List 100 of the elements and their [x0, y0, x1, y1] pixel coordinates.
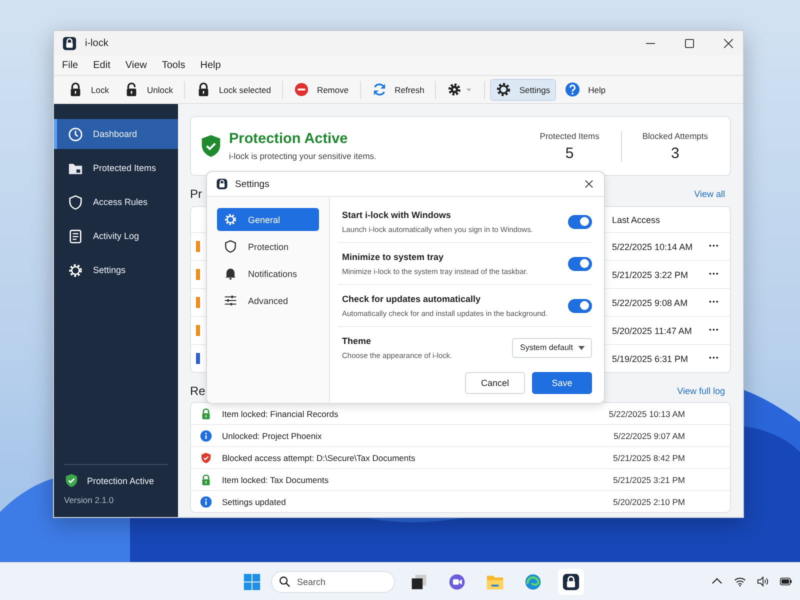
shield-check-icon: [64, 473, 79, 488]
activity-text: Settings updated: [222, 496, 287, 506]
bell-icon: [224, 267, 237, 280]
toolbar-button[interactable]: Lock selected: [190, 78, 277, 100]
toolbar-button[interactable]: Help: [559, 78, 612, 100]
activity-time: 5/20/2025 2:10 PM: [613, 496, 685, 506]
menu-item[interactable]: Help: [200, 60, 221, 70]
stat-value: 3: [670, 144, 680, 162]
stat-label: Protected Items: [540, 130, 600, 140]
info-icon: [200, 496, 212, 508]
window-title: i-lock: [85, 38, 108, 48]
setting-title: Theme: [342, 336, 372, 346]
browser-icon: [524, 572, 542, 590]
setting-title: Start i-lock with Windows: [342, 210, 452, 220]
activity-text: Unlocked: Project Phoenix: [222, 430, 323, 440]
setting-title: Minimize to system tray: [342, 252, 445, 262]
version-label: Version 2.1.0: [64, 495, 115, 505]
maximize-icon[interactable]: [685, 38, 694, 48]
sidebar-item[interactable]: Dashboard: [54, 119, 178, 149]
padlock-icon: [200, 474, 212, 486]
folder-icon: [486, 572, 504, 590]
toolbar-button[interactable]: Unlock: [118, 78, 179, 100]
activity-time: 5/22/2025 10:13 AM: [608, 408, 685, 418]
toolbar-button[interactable]: Lock: [62, 78, 115, 100]
stat-value: 5: [565, 144, 574, 162]
toggle-switch[interactable]: [568, 298, 592, 312]
menu-item[interactable]: Edit: [93, 60, 110, 70]
shield-check-icon: [201, 134, 221, 158]
toolbar-button[interactable]: Refresh: [366, 78, 430, 100]
menu-item[interactable]: Tools: [162, 60, 186, 70]
section-heading: Re: [190, 384, 206, 398]
sidebar-item[interactable]: Settings: [54, 255, 178, 285]
activity-text: Blocked access attempt: D:\Secure\Tax Documents: [222, 452, 416, 462]
toggle-switch[interactable]: [568, 256, 592, 270]
shield-icon: [224, 240, 237, 253]
padlock-icon: [200, 408, 212, 420]
task-view-icon: [410, 572, 428, 590]
view-all-link[interactable]: View all: [694, 189, 725, 199]
refresh-icon: [372, 82, 387, 97]
wifi-icon[interactable]: [734, 576, 746, 587]
protection-subtitle: i-lock is protecting your sensitive items.: [229, 151, 376, 161]
activity-text: Item locked: Financial Records: [222, 408, 340, 418]
activity-text: Item locked: Tax Documents: [222, 474, 330, 484]
close-icon[interactable]: [724, 38, 733, 48]
taskbar-search[interactable]: Search: [271, 570, 395, 592]
dialog-nav-item[interactable]: Notifications: [217, 262, 319, 285]
close-icon[interactable]: [585, 180, 593, 188]
toolbar-button[interactable]: Settings: [490, 78, 556, 100]
gear-icon: [447, 82, 474, 97]
speaker-icon[interactable]: [757, 576, 769, 587]
sliders-icon: [224, 294, 237, 307]
padlock-icon: [562, 572, 580, 590]
sidebar-item[interactable]: Activity Log: [54, 221, 178, 251]
toggle-switch[interactable]: [568, 214, 592, 228]
battery-icon[interactable]: [780, 576, 792, 587]
setting-title: Check for updates automatically: [342, 294, 482, 304]
protection-title: Protection Active: [229, 131, 349, 147]
column-header[interactable]: Last Access: [612, 214, 660, 224]
table-cell: 5/22/2025 10:14 AM: [612, 242, 693, 252]
sidebar-item[interactable]: Access Rules: [54, 187, 178, 217]
menu-item[interactable]: View: [125, 60, 147, 70]
padlock-icon: [216, 178, 228, 190]
video-chat-icon: [448, 572, 466, 590]
sidebar-item[interactable]: Protected Items: [54, 153, 178, 183]
protection-status: Protection Active: [87, 476, 154, 486]
dialog-title: Settings: [235, 178, 270, 190]
cancel-button[interactable]: Cancel: [465, 372, 525, 394]
document-icon: [68, 228, 83, 244]
dialog-nav-item[interactable]: Advanced: [217, 289, 319, 312]
stat-label: Blocked Attempts: [642, 130, 708, 140]
save-button[interactable]: Save: [532, 372, 592, 394]
menu-item[interactable]: File: [62, 60, 78, 70]
table-cell: 5/22/2025 9:08 AM: [612, 298, 688, 308]
start-icon[interactable]: [243, 572, 261, 590]
view-full-log-link[interactable]: View full log: [677, 386, 725, 396]
settings-icon: [68, 262, 83, 278]
remove-icon: [294, 82, 309, 97]
taskbar-app[interactable]: [558, 568, 584, 594]
table-cell: 5/20/2025 11:47 AM: [612, 326, 692, 336]
activity-time: 5/22/2025 9:07 AM: [614, 430, 685, 440]
table-cell: 5/19/2025 6:31 PM: [612, 354, 688, 364]
search-icon: [279, 576, 290, 587]
toolbar-button[interactable]: Remove: [288, 78, 355, 100]
dialog-nav-item[interactable]: Protection: [217, 235, 319, 258]
info-icon: [200, 430, 212, 442]
theme-dropdown[interactable]: System default: [512, 338, 592, 358]
table-cell: 5/21/2025 3:22 PM: [612, 270, 688, 280]
dialog-nav-item[interactable]: General: [217, 208, 319, 231]
activity-time: 5/21/2025 3:21 PM: [613, 474, 685, 484]
section-heading: Pr: [190, 187, 202, 201]
clock-icon: [68, 126, 83, 142]
padlock-icon: [68, 82, 83, 97]
help-icon: [565, 82, 580, 97]
activity-time: 5/21/2025 8:42 PM: [613, 452, 685, 462]
shield-check-icon: [200, 452, 212, 464]
padlock-icon: [62, 36, 77, 50]
settings-icon: [224, 213, 237, 226]
settings-icon: [496, 82, 512, 97]
caret-icon: [578, 346, 585, 350]
shield-icon: [68, 194, 83, 210]
